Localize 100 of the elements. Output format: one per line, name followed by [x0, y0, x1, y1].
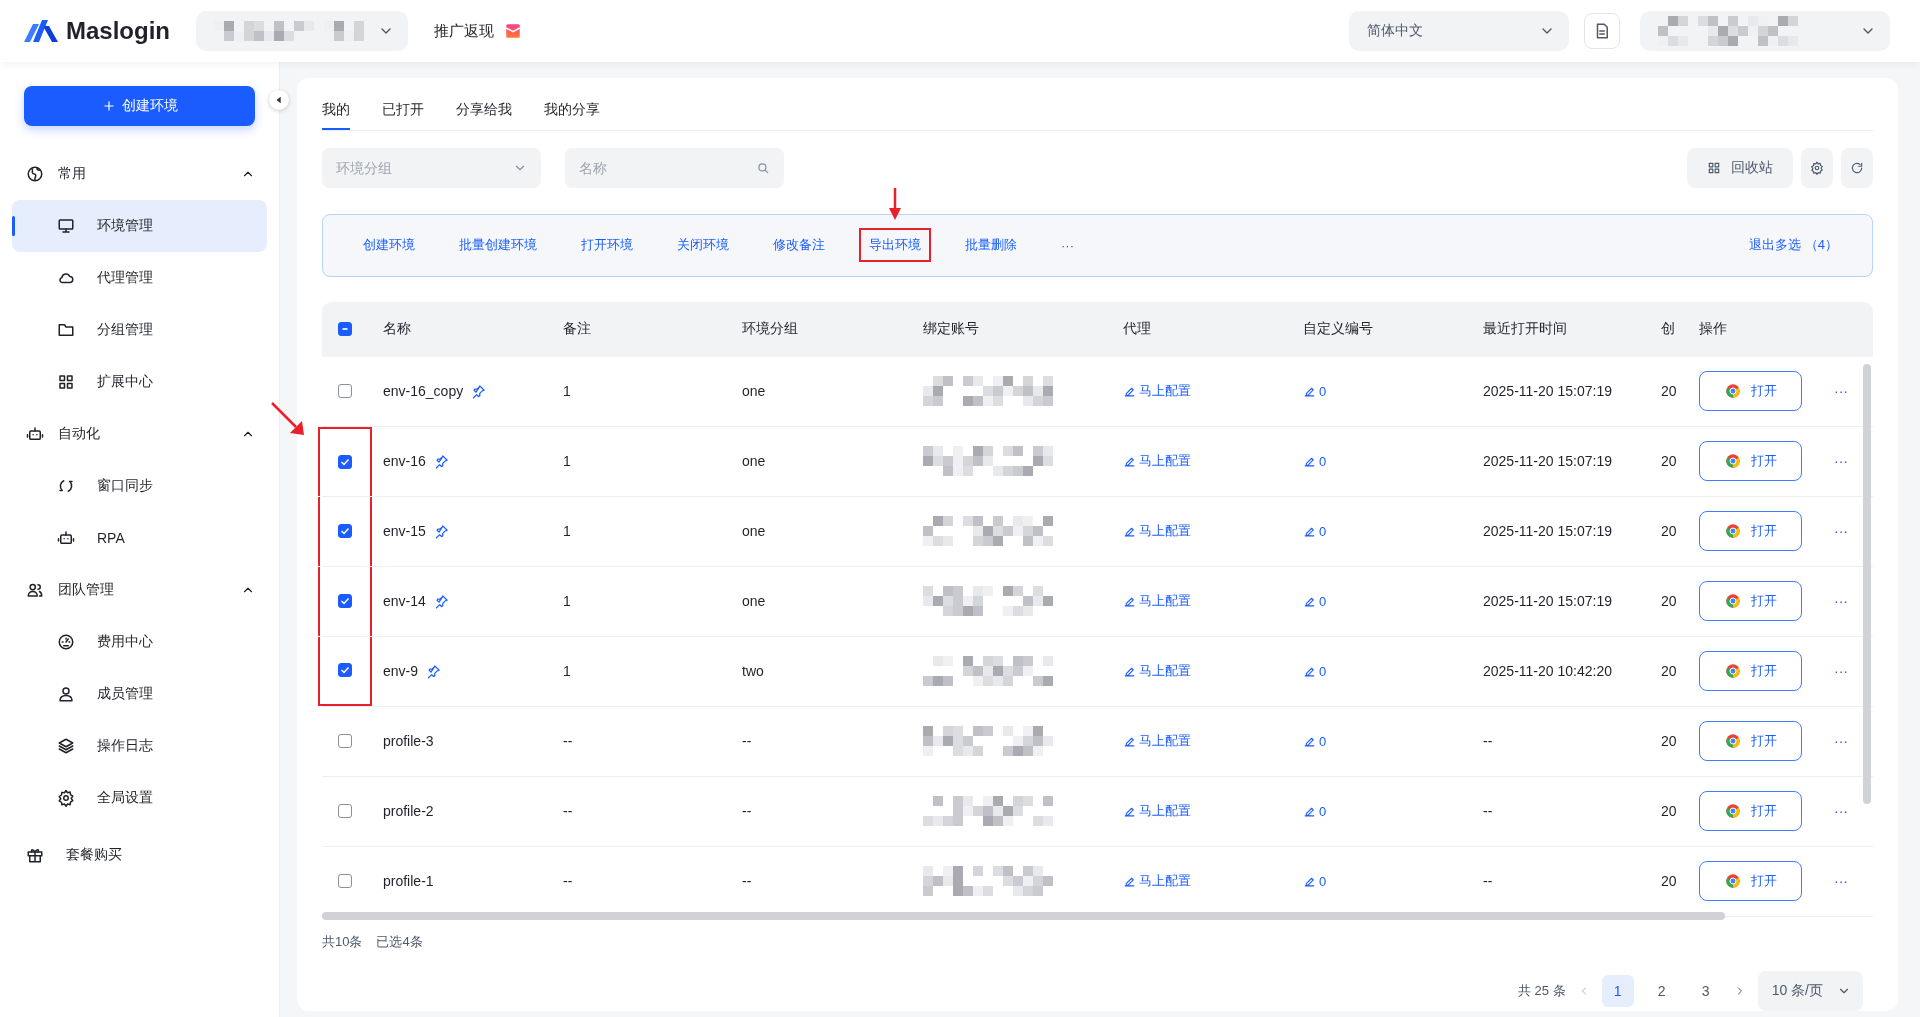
table-cell-text: --	[741, 873, 753, 889]
env-name: env-16	[383, 453, 426, 469]
scrollbar[interactable]	[1863, 363, 1871, 804]
custom-number-link[interactable]: 0	[1303, 523, 1327, 539]
nav-item[interactable]: 窗口同步	[12, 460, 267, 512]
tab[interactable]: 我的分享	[544, 92, 600, 130]
toolbar-action[interactable]: 修改备注	[763, 228, 835, 263]
checkbox[interactable]	[338, 734, 352, 748]
tab[interactable]: 分享给我	[456, 92, 512, 130]
checkbox[interactable]	[338, 874, 352, 888]
pin-icon[interactable]	[426, 663, 442, 679]
custom-number-link[interactable]: 0	[1303, 383, 1327, 399]
pin-icon[interactable]	[433, 523, 449, 539]
configure-proxy-link[interactable]: 马上配置	[1123, 382, 1191, 400]
nav-section-header[interactable]: 常用	[12, 148, 267, 200]
checkbox[interactable]	[338, 663, 352, 677]
toolbar-action[interactable]: 关闭环境	[667, 228, 739, 263]
table-cell-text: 2025-11-20 15:07:19	[1482, 523, 1613, 539]
more-button[interactable]: ···	[1834, 523, 1848, 539]
configure-proxy-link[interactable]: 马上配置	[1123, 662, 1191, 680]
checkbox[interactable]	[338, 594, 352, 608]
nav-item[interactable]: 费用中心	[12, 616, 267, 668]
open-button[interactable]: 打开	[1699, 511, 1802, 551]
checkbox[interactable]	[338, 804, 352, 818]
more-button[interactable]: ···	[1834, 383, 1848, 399]
open-button[interactable]: 打开	[1699, 441, 1802, 481]
nav-item[interactable]: 成员管理	[12, 668, 267, 720]
column-header: 绑定账号	[922, 320, 980, 338]
checkbox[interactable]	[338, 384, 352, 398]
settings-button[interactable]	[1801, 147, 1833, 188]
nav-section-header[interactable]: 团队管理	[12, 564, 267, 616]
nav-section-header[interactable]: 自动化	[12, 408, 267, 460]
open-button[interactable]: 打开	[1699, 581, 1802, 621]
pin-icon[interactable]	[433, 453, 449, 469]
open-button[interactable]: 打开	[1699, 791, 1802, 831]
nav-item[interactable]: 环境管理	[12, 200, 267, 252]
logo-text: Maslogin	[66, 17, 170, 45]
table-cell-text: --	[1482, 733, 1494, 749]
robot-icon	[26, 425, 44, 443]
total-count: 共10条	[322, 933, 363, 951]
pin-icon[interactable]	[471, 383, 487, 399]
more-button[interactable]: ···	[1834, 873, 1848, 889]
more-button[interactable]: ···	[1834, 733, 1848, 749]
table-cell-text: --	[1482, 873, 1494, 889]
nav-item[interactable]: RPA	[12, 512, 267, 564]
custom-number-link[interactable]: 0	[1303, 733, 1327, 749]
toolbar-action[interactable]: 创建环境	[353, 228, 425, 263]
open-button[interactable]: 打开	[1699, 721, 1802, 761]
refresh-button[interactable]	[1841, 147, 1873, 188]
custom-number-link[interactable]: 0	[1303, 663, 1327, 679]
table-cell-text: 20	[1660, 593, 1678, 609]
tab[interactable]: 已打开	[382, 92, 424, 130]
table-cell-text: 20	[1660, 733, 1678, 749]
create-environment-button[interactable]: 创建环境	[24, 86, 255, 126]
nav-item[interactable]: 扩展中心	[12, 356, 267, 408]
checkbox[interactable]	[338, 524, 352, 538]
open-button[interactable]: 打开	[1699, 861, 1802, 901]
nav-item[interactable]: 全局设置	[12, 772, 267, 824]
browser-icon	[1724, 803, 1741, 819]
checkbox[interactable]	[338, 455, 352, 469]
custom-number-link[interactable]: 0	[1303, 873, 1327, 889]
toolbar-action[interactable]: 打开环境	[571, 228, 643, 263]
configure-proxy-link[interactable]: 马上配置	[1123, 872, 1191, 890]
promo-link[interactable]: 推广返现	[434, 21, 494, 41]
exit-multi-select-link[interactable]: 退出多选 （4）	[1743, 235, 1844, 256]
recycle-bin-button[interactable]: 回收站	[1687, 147, 1793, 188]
configure-proxy-link[interactable]: 马上配置	[1123, 802, 1191, 820]
more-button[interactable]: ···	[1834, 593, 1848, 609]
toolbar-action[interactable]: ···	[1051, 229, 1084, 261]
tab[interactable]: 我的	[322, 92, 350, 130]
more-button[interactable]: ···	[1834, 453, 1848, 469]
toolbar-action[interactable]: 批量删除	[955, 228, 1027, 263]
nav-item[interactable]: 分组管理	[12, 304, 267, 356]
page-button[interactable]: 1	[1601, 975, 1634, 1007]
configure-proxy-link[interactable]: 马上配置	[1123, 452, 1191, 470]
page-button[interactable]: 3	[1689, 975, 1722, 1007]
annotation-arrow	[889, 188, 901, 221]
open-button[interactable]: 打开	[1699, 651, 1802, 691]
configure-proxy-link[interactable]: 马上配置	[1123, 592, 1191, 610]
more-button[interactable]: ···	[1834, 663, 1848, 679]
collapse-button[interactable]	[269, 90, 289, 110]
nav-item[interactable]: 套餐购买	[12, 826, 267, 884]
pin-icon[interactable]	[433, 593, 449, 609]
browser-icon	[1724, 663, 1741, 679]
custom-number-link[interactable]: 0	[1303, 803, 1327, 819]
custom-number-link[interactable]: 0	[1303, 453, 1327, 469]
language-select[interactable]: 简体中文	[1349, 11, 1569, 51]
nav-item[interactable]: 代理管理	[12, 252, 267, 304]
scrollbar[interactable]	[322, 911, 1725, 920]
toolbar-action[interactable]: 批量创建环境	[449, 228, 547, 263]
configure-proxy-link[interactable]: 马上配置	[1123, 732, 1191, 750]
configure-proxy-link[interactable]: 马上配置	[1123, 522, 1191, 540]
checkbox[interactable]	[338, 322, 352, 336]
custom-number-link[interactable]: 0	[1303, 593, 1327, 609]
open-button[interactable]: 打开	[1699, 371, 1802, 411]
more-button[interactable]: ···	[1834, 803, 1848, 819]
page-button[interactable]: 2	[1645, 975, 1678, 1007]
page-size-select[interactable]: 10 条/页	[1757, 971, 1863, 1011]
nav-item[interactable]: 操作日志	[12, 720, 267, 772]
document-button[interactable]	[1584, 13, 1620, 49]
